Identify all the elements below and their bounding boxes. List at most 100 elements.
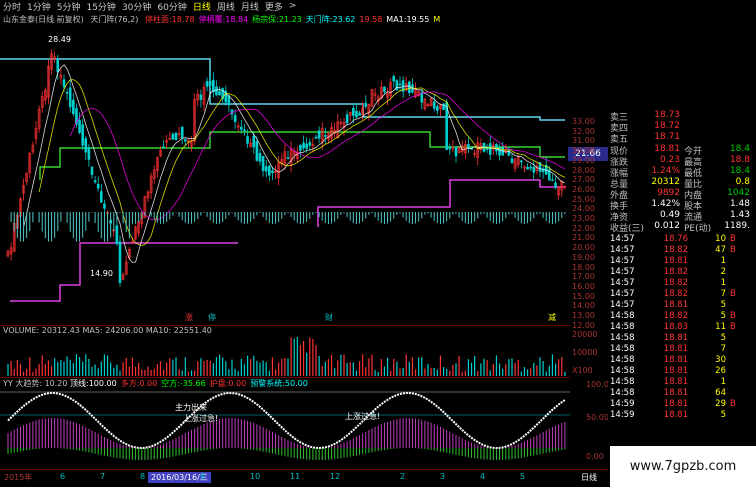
month-label: 11: [290, 472, 301, 481]
candle-body: [261, 156, 265, 171]
event-mark: 停: [208, 312, 216, 322]
chevron-right-icon[interactable]: >: [289, 1, 297, 11]
indicator-chart: [0, 391, 570, 460]
tick-direction: B: [730, 399, 736, 409]
annotation-rise-fast-1: 上涨过急!: [183, 414, 219, 423]
candle-body: [218, 90, 221, 96]
tf-tab-weekly[interactable]: 周线: [217, 0, 235, 13]
vol-tick-mid: 10000: [572, 348, 598, 357]
candle-body: [103, 203, 106, 209]
price-tick-label: 32.00: [572, 126, 595, 136]
vol-tick-unit: X100: [572, 366, 593, 375]
candle-body: [488, 143, 492, 155]
indicator-value-1: 停柄覆:18.84: [198, 15, 249, 24]
month-label: 12: [330, 472, 341, 481]
sell-row: 卖五 18.71: [610, 132, 748, 145]
indicator-value-4: 19.58: [359, 15, 383, 24]
price-tick-label: 14.00: [572, 301, 595, 311]
sell-price: 18.71: [654, 132, 680, 142]
tf-tab-15min[interactable]: 15分钟: [86, 0, 115, 13]
indicator-item-0: 顶线:100.00: [70, 379, 117, 388]
indicator-values: 停柱面:18.78 停柄覆:18.84 杨宗保:21.23 天门阵:23.62 19.5…: [145, 15, 444, 24]
candle-body: [308, 142, 312, 146]
month-label: 8: [140, 472, 146, 481]
stat-row: 涨跌 0.23 最高 18.8: [610, 155, 750, 168]
tick-volume: 29: [715, 399, 726, 409]
tf-tab-more[interactable]: 更多: [265, 0, 283, 13]
candle-body: [87, 147, 91, 160]
ind-tick-0: 0.00: [586, 452, 604, 461]
price-tick-label: 26.00: [572, 184, 595, 194]
candle-body: [551, 179, 554, 182]
sell-row: 卖四 18.72: [610, 121, 748, 134]
overlay-box: [238, 241, 518, 270]
tf-tab-monthly[interactable]: 月线: [241, 0, 259, 13]
ma10-value: 22551.40: [173, 326, 212, 335]
tick-volume: 64: [715, 388, 726, 398]
tick-direction: B: [730, 234, 736, 244]
tick-time: 14:58: [610, 311, 635, 321]
candle-body: [302, 142, 305, 149]
candle-body: [526, 166, 529, 170]
period-label[interactable]: 日线: [581, 472, 597, 483]
price-chart[interactable]: 28.49 14.90 涨 停 财 减 山东金泰(日线 前复权) 天门阵(76,2) 停柱…: [0, 12, 570, 324]
tick-price: 18.83: [663, 322, 688, 332]
tick-time: 14:58: [610, 366, 635, 376]
tick-price: 18.82: [663, 267, 688, 277]
tick-time: 14:57: [610, 234, 635, 244]
tick-row: 14:58 18.81 5: [610, 333, 750, 344]
price-tick-label: 31.00: [572, 136, 595, 146]
candle-body: [364, 102, 368, 107]
indicator-items: 顶线:100.00 多方:0.00 空方:-35.66 护盘:0.00 预警系统:50.…: [70, 379, 312, 388]
tick-price: 18.76: [663, 234, 688, 244]
volume-header: VOLUME: 20312.43 MA5: 24206.00 MA10: 225…: [3, 326, 212, 335]
indicator-value-5: MA1:19.55: [386, 15, 430, 24]
indicator-item-4: 预警系统:50.00: [250, 379, 308, 388]
tick-row: 14:57 18.82 47 B: [610, 245, 750, 256]
indicator-item-3: 护盘:0.00: [209, 379, 247, 388]
indicator-panel[interactable]: YY 大趋势: 10.20 顶线:100.00 多方:0.00 空方:-35.66 护…: [0, 377, 570, 469]
candle-body: [436, 106, 439, 111]
tf-tab-30min[interactable]: 30分钟: [122, 0, 151, 13]
price-tick-label: 12.00: [572, 320, 595, 330]
stat-value: 0.49: [659, 210, 680, 220]
tick-volume: 7: [720, 289, 726, 299]
candle-body: [212, 79, 215, 93]
indicator-value-0: 停柱面:18.78: [144, 15, 195, 24]
indicator-name: 天门阵(76,2): [90, 15, 139, 24]
stat-row: 现价 18.81 今开 18.4: [610, 144, 750, 157]
candle-body: [398, 83, 402, 86]
candle-body: [118, 241, 122, 283]
tf-tab-60min[interactable]: 60分钟: [157, 0, 186, 13]
event-mark: 涨: [185, 312, 193, 322]
tick-volume: 5: [720, 410, 726, 420]
tick-volume: 10: [715, 234, 726, 244]
tick-price: 18.81: [663, 366, 688, 376]
tf-tab-daily[interactable]: 日线: [193, 0, 211, 13]
candle-body: [72, 99, 75, 115]
tick-price: 18.81: [663, 388, 688, 398]
stat-row: 净资 0.49 流通 1.43: [610, 210, 750, 223]
price-tick-label: 16.00: [572, 281, 595, 291]
indicator-item-2: 空方:-35.66: [161, 379, 206, 388]
stat-value: 1.42%: [651, 199, 680, 209]
chart-title-row: 山东金泰(日线 前复权) 天门阵(76,2) 停柱面:18.78 停柄覆:18.8…: [3, 14, 448, 25]
volume-panel[interactable]: VOLUME: 20312.43 MA5: 24206.00 MA10: 225…: [0, 325, 570, 377]
moving-average-line: [69, 91, 566, 221]
tf-tab-fenshi[interactable]: 分时: [3, 0, 21, 13]
tick-time: 14:59: [610, 410, 635, 420]
candle-body: [358, 112, 361, 116]
ma5-label: MA5:: [82, 326, 103, 335]
tick-time: 14:57: [610, 267, 635, 277]
tick-time: 14:58: [610, 322, 635, 332]
stat-value-2: 18.4: [729, 166, 750, 176]
ma10-label: MA10:: [145, 326, 172, 335]
candle-body: [93, 180, 97, 183]
stat-value: 0.012: [654, 221, 680, 231]
month-label: 3: [440, 472, 446, 481]
tf-tab-1min[interactable]: 1分钟: [27, 0, 51, 13]
stat-value: 1.24%: [651, 166, 680, 176]
tf-tab-5min[interactable]: 5分钟: [57, 0, 81, 13]
date-axis: 2015年 2016/03/16/三 6 7 8 9 10 11 12 2 3 4 5 日线: [0, 469, 610, 487]
candle-body: [65, 92, 69, 94]
